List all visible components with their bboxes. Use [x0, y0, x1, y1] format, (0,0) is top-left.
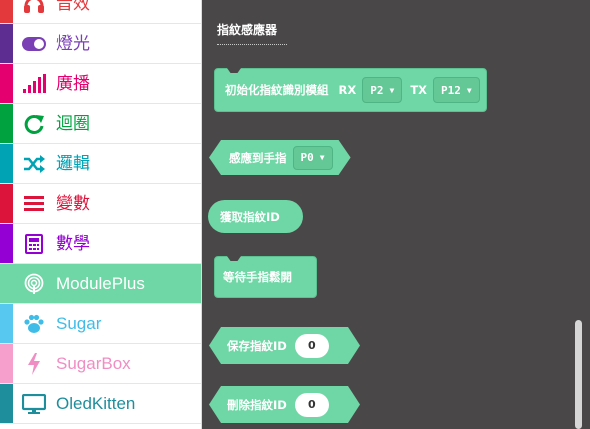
category-color-stripe [0, 184, 13, 223]
list-lines-icon [22, 193, 46, 215]
signal-bars-icon [22, 73, 46, 95]
dropdown-arrow-icon: ▼ [319, 153, 325, 162]
category-item-sugar[interactable]: Sugar [0, 304, 201, 344]
shuffle-icon [22, 153, 46, 175]
init-fingerprint-block[interactable]: 初始化指紋識別模組 RX P2 ▼ TX P12 ▼ [214, 68, 487, 112]
blocks-workspace[interactable]: 指紋感應器 初始化指紋識別模組 RX P2 ▼ TX P12 ▼ 感應到手指 P0 ▼… [202, 0, 590, 429]
category-color-stripe [0, 384, 13, 423]
fingerprint-icon [22, 273, 46, 295]
workspace-scrollbar[interactable] [575, 320, 582, 429]
get-fingerprint-id-block[interactable]: 獲取指紋ID [208, 200, 303, 233]
rx-label: RX [338, 83, 357, 97]
block-label: 刪除指紋ID [227, 397, 287, 412]
finger-detected-block[interactable]: 感應到手指 P0 ▼ [209, 140, 351, 175]
headphones-icon [22, 0, 46, 15]
category-label: 迴圈 [56, 114, 90, 133]
category-label: 音效 [56, 0, 90, 13]
category-color-stripe [0, 24, 13, 63]
delete-id-input[interactable]: 0 [295, 393, 329, 417]
category-label: 燈光 [56, 34, 90, 53]
block-notch [227, 256, 241, 261]
block-notch [227, 68, 241, 73]
category-color-stripe [0, 264, 13, 303]
category-label: 變數 [56, 194, 90, 213]
category-label: 邏輯 [56, 154, 90, 173]
dropdown-arrow-icon: ▼ [466, 85, 472, 95]
category-color-stripe [0, 344, 13, 383]
category-item-moduleplus[interactable]: ModulePlus [0, 264, 201, 304]
category-item-sugarbox[interactable]: SugarBox [0, 344, 201, 384]
save-fingerprint-block[interactable]: 保存指紋ID 0 [209, 327, 360, 364]
calculator-icon [22, 233, 46, 255]
wait-finger-release-block[interactable]: 等待手指鬆開 [214, 256, 317, 298]
tx-pin-dropdown[interactable]: P12 ▼ [433, 77, 480, 103]
category-label: SugarBox [56, 354, 131, 373]
section-underline [217, 44, 287, 45]
category-label: ModulePlus [56, 274, 145, 293]
sense-pin-value: P0 [300, 151, 314, 164]
paw-icon [22, 313, 46, 335]
block-label: 等待手指鬆開 [223, 270, 292, 284]
category-color-stripe [0, 104, 13, 143]
loop-arrow-icon [22, 113, 46, 135]
category-color-stripe [0, 304, 13, 343]
dropdown-arrow-icon: ▼ [389, 85, 395, 95]
tx-pin-value: P12 [441, 83, 461, 97]
category-color-stripe [0, 64, 13, 103]
monitor-icon [22, 393, 46, 415]
category-item-lights[interactable]: 燈光 [0, 24, 201, 64]
category-label: Sugar [56, 314, 102, 333]
flyout-section-title: 指紋感應器 [217, 23, 278, 37]
block-label: 初始化指紋識別模組 [225, 83, 329, 97]
category-item-logic[interactable]: 邏輯 [0, 144, 201, 184]
category-item-oledkitten[interactable]: OledKitten [0, 384, 201, 424]
category-label: OledKitten [56, 394, 136, 413]
tx-label: TX [410, 83, 428, 97]
category-color-stripe [0, 144, 13, 183]
category-sidebar: 音效 燈光 廣播 迴圈 邏輯 變數 數學 ModulePlus Sugar Su… [0, 0, 202, 429]
category-item-variables[interactable]: 變數 [0, 184, 201, 224]
block-label: 感應到手指 [229, 150, 287, 165]
block-label: 保存指紋ID [227, 338, 287, 353]
category-item-sound[interactable]: 音效 [0, 0, 201, 24]
category-color-stripe [0, 0, 13, 23]
save-id-input[interactable]: 0 [295, 334, 329, 358]
category-label: 廣播 [56, 74, 90, 93]
category-item-broadcast[interactable]: 廣播 [0, 64, 201, 104]
rx-pin-value: P2 [370, 83, 384, 97]
sense-pin-dropdown[interactable]: P0 ▼ [293, 146, 333, 170]
lightning-icon [22, 353, 46, 375]
category-color-stripe [0, 224, 13, 263]
block-label: 獲取指紋ID [220, 209, 280, 224]
category-label: 數學 [56, 234, 90, 253]
delete-fingerprint-block[interactable]: 刪除指紋ID 0 [209, 386, 360, 423]
category-item-math[interactable]: 數學 [0, 224, 201, 264]
toggle-icon [22, 33, 46, 55]
category-item-loops[interactable]: 迴圈 [0, 104, 201, 144]
rx-pin-dropdown[interactable]: P2 ▼ [362, 77, 403, 103]
